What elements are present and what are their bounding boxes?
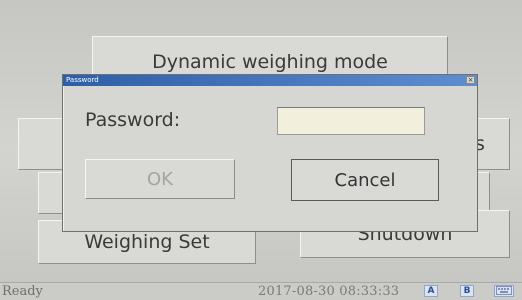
status-bar: Ready 2017-08-30 08:33:33 A B <box>0 282 522 300</box>
keyboard-icon[interactable] <box>494 285 514 297</box>
dialog-title: Password <box>66 76 99 84</box>
dialog-titlebar[interactable]: Password × <box>63 75 477 86</box>
ok-button[interactable]: OK <box>85 159 235 199</box>
status-text: Ready <box>2 284 43 299</box>
cancel-button[interactable]: Cancel <box>291 159 439 201</box>
close-icon[interactable]: × <box>466 76 475 84</box>
password-dialog: Password × Password: OK Cancel <box>62 74 478 232</box>
input-indicator-b[interactable]: B <box>460 285 474 297</box>
datetime-display: 2017-08-30 08:33:33 <box>258 284 400 299</box>
input-indicator-a[interactable]: A <box>424 285 438 297</box>
password-label: Password: <box>85 109 181 131</box>
app-screen: Dynamic weighing mode St gs Weighing Set… <box>0 0 522 300</box>
password-input[interactable] <box>277 107 425 135</box>
